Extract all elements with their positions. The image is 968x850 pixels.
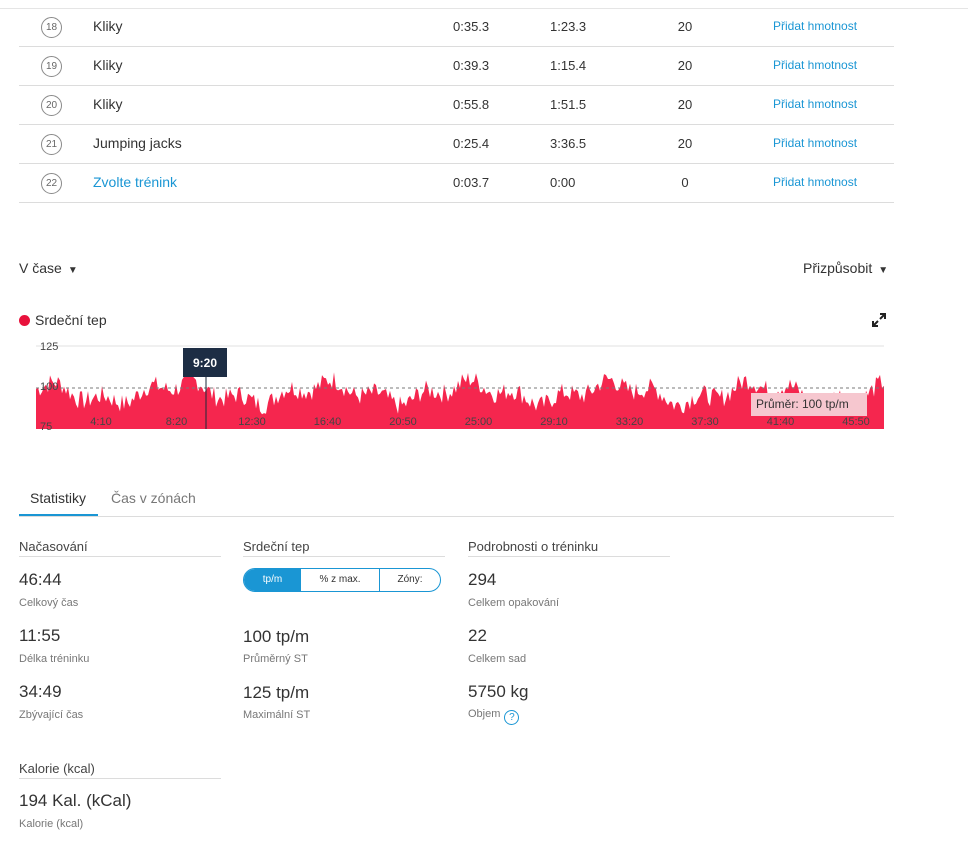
total-reps-label: Celkem opakování [468, 597, 560, 609]
y-tick-100: 100 [40, 381, 58, 393]
volume-label-row: Objem? [468, 708, 520, 725]
y-tick-125: 125 [40, 341, 58, 353]
time-axis-dropdown[interactable]: V čase ▼ [19, 260, 78, 276]
heart-unit-toggle: tp/m % z max. Zóny: [243, 568, 441, 592]
total-time-value: 46:44 [19, 570, 62, 589]
average-label: Průměr: 100 tp/m [756, 397, 849, 411]
tab-time-in-zones[interactable]: Čas v zónách [111, 490, 196, 506]
exercise-reps[interactable]: 20 [663, 19, 707, 34]
set-number: 22 [41, 173, 62, 194]
avg-hr-value: 100 tp/m [243, 627, 310, 646]
calories-label: Kalorie (kcal) [19, 818, 84, 830]
caret-down-icon: ▼ [67, 265, 78, 276]
exercise-time: 0:25.4 [453, 136, 490, 151]
set-number: 19 [41, 56, 62, 77]
add-weight-link[interactable]: Přidat hmotnost [773, 58, 857, 72]
exercise-table: 18 Kliky 0:35.3 1:23.3 20 Přidat hmotnos… [19, 8, 894, 203]
volume-label: Objem [468, 708, 501, 720]
exercise-rest: 1:15.4 [550, 58, 587, 73]
x-tick-label: 16:40 [314, 416, 342, 428]
exercise-name[interactable]: Kliky [93, 96, 123, 112]
x-tick-label: 45:50 [842, 416, 870, 428]
x-tick-label: 8:20 [166, 416, 187, 428]
avg-hr-label: Průměrný ST [243, 653, 308, 665]
exercise-time: 0:03.7 [453, 175, 490, 190]
table-row[interactable]: 21 Jumping jacks 0:25.4 3:36.5 20 Přidat… [19, 125, 894, 164]
legend-dot-icon [19, 315, 30, 326]
active-tab-indicator [19, 514, 98, 516]
exercise-time: 0:55.8 [453, 97, 490, 112]
table-row[interactable]: 19 Kliky 0:39.3 1:15.4 20 Přidat hmotnos… [19, 47, 894, 86]
heart-section-title: Srdeční tep [243, 539, 445, 557]
legend-label: Srdeční tep [35, 312, 107, 328]
unit-bpm-button[interactable]: tp/m [244, 569, 301, 591]
total-sets-label: Celkem sad [468, 653, 527, 665]
timing-section-title: Načasování [19, 539, 221, 557]
set-number: 21 [41, 134, 62, 155]
calories-value: 194 Kal. (kCal) [19, 791, 132, 810]
add-weight-link[interactable]: Přidat hmotnost [773, 175, 857, 189]
total-time-label: Celkový čas [19, 597, 79, 609]
exercise-reps[interactable]: 20 [663, 97, 707, 112]
y-tick-75: 75 [40, 421, 52, 433]
exercise-name[interactable]: Kliky [93, 18, 123, 34]
set-number: 20 [41, 95, 62, 116]
x-tick-label: 25:00 [465, 416, 493, 428]
x-tick-label: 41:40 [767, 416, 795, 428]
max-hr-label: Maximální ST [243, 709, 311, 721]
add-weight-link[interactable]: Přidat hmotnost [773, 136, 857, 150]
rest-time-label: Zbývající čas [19, 709, 84, 721]
table-row[interactable]: 22 Zvolte trénink 0:03.7 0:00 0 Přidat h… [19, 164, 894, 203]
add-weight-link[interactable]: Přidat hmotnost [773, 19, 857, 33]
exercise-reps[interactable]: 20 [663, 136, 707, 151]
calories-section-title: Kalorie (kcal) [19, 761, 221, 779]
cursor-time-label: 9:20 [193, 356, 217, 370]
max-hr-value: 125 tp/m [243, 683, 310, 702]
heart-rate-chart[interactable]: 125 100 75 4:10 8:20 12:30 16:40 20:50 25:00 2… [0, 335, 900, 435]
exercise-name[interactable]: Jumping jacks [93, 135, 182, 151]
x-tick-label: 29:10 [540, 416, 568, 428]
time-axis-label: V čase [19, 260, 62, 276]
work-time-value: 11:55 [19, 626, 61, 645]
unit-zones-button[interactable]: Zóny: [380, 569, 440, 591]
exercise-reps[interactable]: 0 [663, 175, 707, 190]
tab-statistics[interactable]: Statistiky [30, 490, 86, 506]
rest-time-value: 34:49 [19, 682, 62, 701]
x-tick-label: 37:30 [691, 416, 719, 428]
choose-exercise-link[interactable]: Zvolte trénink [93, 174, 177, 190]
exercise-rest: 3:36.5 [550, 136, 587, 151]
help-icon[interactable]: ? [504, 710, 520, 725]
total-reps-value: 294 [468, 570, 497, 589]
exercise-rest: 1:23.3 [550, 19, 587, 34]
customize-dropdown[interactable]: Přizpůsobit ▼ [803, 260, 888, 276]
exercise-reps[interactable]: 20 [663, 58, 707, 73]
exercise-time: 0:35.3 [453, 19, 490, 34]
x-tick-label: 33:20 [616, 416, 644, 428]
add-weight-link[interactable]: Přidat hmotnost [773, 97, 857, 111]
set-number: 18 [41, 17, 62, 38]
unit-percent-max-button[interactable]: % z max. [301, 569, 380, 591]
chart-legend[interactable]: Srdeční tep [19, 312, 107, 328]
details-section-title: Podrobnosti o tréninku [468, 539, 670, 557]
caret-down-icon: ▼ [878, 265, 889, 276]
customize-label: Přizpůsobit [803, 260, 873, 276]
table-row[interactable]: 18 Kliky 0:35.3 1:23.3 20 Přidat hmotnos… [19, 8, 894, 47]
exercise-rest: 1:51.5 [550, 97, 587, 112]
total-sets-value: 22 [468, 626, 487, 645]
stats-tabs: Statistiky Čas v zónách [19, 486, 894, 517]
expand-icon[interactable] [872, 313, 886, 327]
exercise-time: 0:39.3 [453, 58, 490, 73]
work-time-label: Délka tréninku [19, 653, 90, 665]
table-row[interactable]: 20 Kliky 0:55.8 1:51.5 20 Přidat hmotnos… [19, 86, 894, 125]
volume-value: 5750 kg [468, 682, 529, 701]
exercise-name[interactable]: Kliky [93, 57, 123, 73]
x-tick-label: 4:10 [90, 416, 111, 428]
x-tick-label: 20:50 [389, 416, 417, 428]
exercise-rest: 0:00 [550, 175, 576, 190]
x-tick-label: 12:30 [238, 416, 266, 428]
